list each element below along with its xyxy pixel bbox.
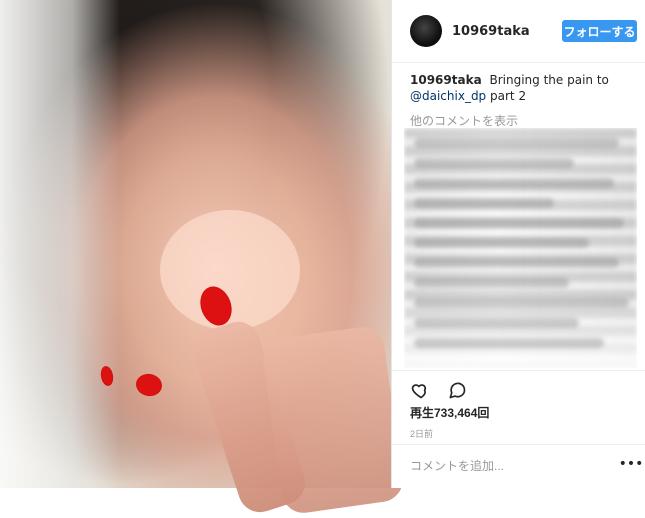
username[interactable]: 10969taka <box>452 24 530 39</box>
blur-line <box>414 258 619 268</box>
speech-bubble-outline-icon <box>449 382 466 399</box>
follow-button[interactable]: フォローする <box>562 20 637 42</box>
red-spot-3 <box>99 365 115 387</box>
blur-line <box>414 338 604 348</box>
caption-text: Bringing the pain to <box>489 73 609 87</box>
post-header: 10969taka フォローする <box>392 0 645 63</box>
blur-line <box>414 198 554 208</box>
blur-line <box>414 218 624 228</box>
view-count: 再生733,464回 <box>410 406 490 420</box>
post-photo <box>0 0 406 518</box>
comments-blurred <box>404 128 637 368</box>
caption-mention[interactable]: @daichix_dp <box>410 89 486 103</box>
blur-line <box>414 318 579 328</box>
more-comments-link[interactable]: 他のコメントを表示 <box>410 112 518 129</box>
blur-line <box>414 238 589 248</box>
comment-icon[interactable] <box>446 379 468 401</box>
caption-suffix: part 2 <box>490 89 527 103</box>
divider-top-actions <box>392 370 645 371</box>
post-actions <box>410 379 468 401</box>
comments-blur-lines <box>404 128 637 368</box>
finger-2 <box>260 324 406 516</box>
blur-line <box>414 298 629 308</box>
blur-line <box>414 178 614 188</box>
caption-username[interactable]: 10969taka <box>410 73 482 87</box>
blur-line <box>414 158 574 168</box>
blur-line <box>414 138 619 148</box>
heart-outline-icon <box>411 384 427 399</box>
divider-comment <box>392 444 645 445</box>
post-caption: 10969taka Bringing the pain to @daichix_… <box>410 72 635 104</box>
instagram-post: 10969taka フォローする 10969taka Bringing the … <box>0 0 645 518</box>
red-spot-2 <box>134 371 164 399</box>
like-icon[interactable] <box>410 379 432 401</box>
add-comment-field[interactable]: コメントを追加... <box>410 457 615 475</box>
user-avatar[interactable] <box>410 15 442 47</box>
post-side-panel: 10969taka フォローする 10969taka Bringing the … <box>392 0 645 488</box>
timestamp: 2日前 <box>410 429 434 439</box>
blur-line <box>414 278 569 288</box>
more-options-icon[interactable]: ••• <box>619 455 644 473</box>
